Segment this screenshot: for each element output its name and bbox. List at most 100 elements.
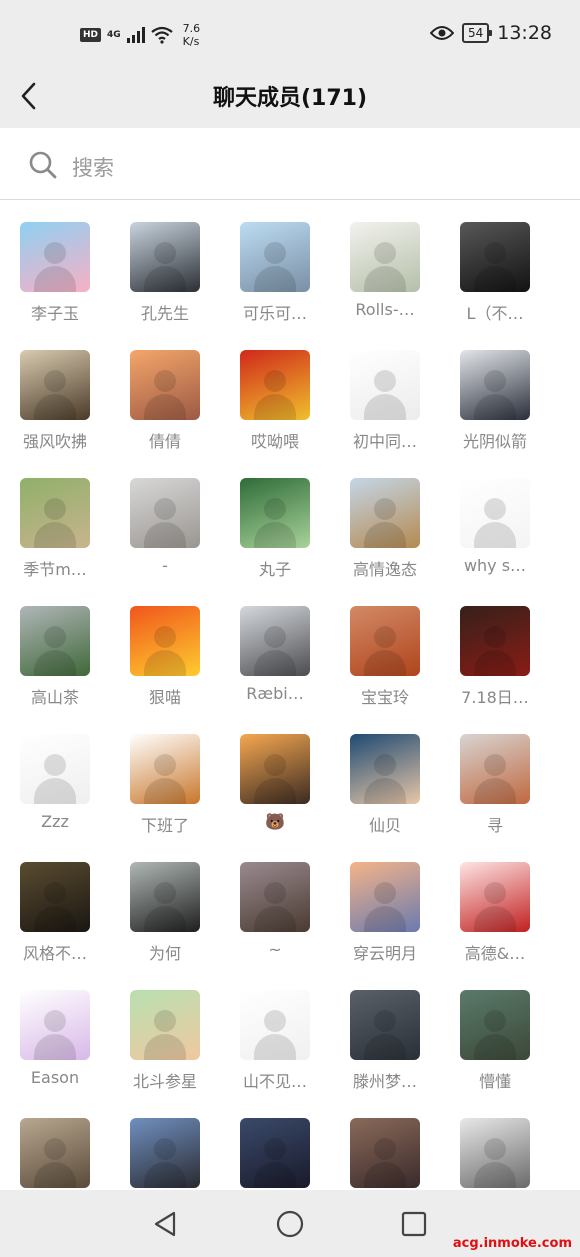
member-item[interactable]: 狠喵 [110,584,220,712]
member-name: - [162,556,168,575]
member-item[interactable] [330,1096,440,1190]
avatar [130,350,200,420]
avatar [460,606,530,676]
avatar [240,478,310,548]
member-item[interactable]: 7.18日… [440,584,550,712]
watermark: acg.inmoke.com [452,1236,572,1251]
avatar [240,222,310,292]
circle-home-icon[interactable] [274,1208,306,1240]
member-item[interactable]: 穿云明月 [330,840,440,968]
member-name: 初中同… [352,432,417,451]
member-item[interactable]: 懵懂 [440,968,550,1096]
member-item[interactable]: 孔先生 [110,200,220,328]
avatar [240,1118,310,1188]
member-item[interactable]: Rolls-… [330,200,440,328]
member-name: 季节m… [23,560,87,579]
member-name: Rolls-… [355,300,415,319]
member-item[interactable]: 下班了 [110,712,220,840]
member-name: 哎呦喂 [250,432,299,451]
member-name: 丸子 [258,560,291,579]
member-name: 高山茶 [30,688,79,707]
member-item[interactable] [220,1096,330,1190]
member-item[interactable]: 哎呦喂 [220,328,330,456]
avatar [350,1118,420,1188]
member-name: L（不… [466,304,524,323]
member-name: 可乐可… [242,304,307,323]
avatar [350,478,420,548]
avatar [460,1118,530,1188]
member-item[interactable]: - [110,456,220,584]
member-item[interactable]: 仙贝 [330,712,440,840]
member-item[interactable]: 李子玉 [0,200,110,328]
member-item[interactable] [110,1096,220,1190]
member-item[interactable]: Zzz [0,712,110,840]
member-name: 7.18日… [461,688,529,707]
member-item[interactable]: 山不见… [220,968,330,1096]
nav-header: 聊天成员(171) [0,72,580,128]
member-item[interactable]: 光阴似箭 [440,328,550,456]
search-placeholder: 搜索 [72,156,114,180]
avatar [460,350,530,420]
avatar [130,734,200,804]
avatar [350,990,420,1060]
member-item[interactable]: ~ [220,840,330,968]
member-item[interactable]: 可乐可… [220,200,330,328]
avatar [130,478,200,548]
search-icon [29,151,57,179]
member-item[interactable]: 北斗参星 [110,968,220,1096]
member-item[interactable]: 高山茶 [0,584,110,712]
member-item[interactable]: 高德&… [440,840,550,968]
triangle-back-icon[interactable] [150,1208,182,1240]
search-bar[interactable]: 搜索 [0,128,580,200]
member-name: 为何 [148,944,181,963]
member-name: why s… [463,556,527,575]
avatar [460,478,530,548]
member-name: 懵懂 [478,1072,511,1091]
member-name: 宝宝玲 [360,688,409,707]
member-name: 高情逸态 [352,560,417,579]
member-item[interactable] [0,1096,110,1190]
avatar [240,862,310,932]
member-name: 高德&… [464,944,526,963]
member-item[interactable] [440,1096,550,1190]
member-item[interactable]: 强风吹拂 [0,328,110,456]
avatar [130,606,200,676]
status-left: HD 4G 7.6 K/s [80,22,200,48]
member-item[interactable]: 高情逸态 [330,456,440,584]
member-item[interactable]: 滕州梦… [330,968,440,1096]
member-name: 滕州梦… [352,1072,417,1091]
square-recents-icon[interactable] [398,1208,430,1240]
member-item[interactable]: why s… [440,456,550,584]
member-item[interactable]: 寻 [440,712,550,840]
member-item[interactable]: 宝宝玲 [330,584,440,712]
member-item[interactable]: 季节m… [0,456,110,584]
system-nav-bar: acg.inmoke.com [0,1190,580,1257]
member-name: 仙贝 [368,816,401,835]
member-item[interactable]: L（不… [440,200,550,328]
avatar [130,862,200,932]
member-item[interactable]: Ræbi… [220,584,330,712]
member-name: 穿云明月 [352,944,417,963]
avatar [240,734,310,804]
member-item[interactable]: 丸子 [220,456,330,584]
status-bar: HD 4G 7.6 K/s 54 13:28 [0,0,580,72]
wifi-icon [150,26,173,44]
avatar [350,350,420,420]
member-name: 寻 [486,816,503,835]
avatar [240,350,310,420]
avatar [20,478,90,548]
member-name: ~ [268,940,282,959]
avatar [20,990,90,1060]
avatar [240,606,310,676]
member-item[interactable]: 🐻 [220,712,330,840]
avatar [130,1118,200,1188]
member-item[interactable]: 为何 [110,840,220,968]
net-speed-value: 7.6 [182,22,201,35]
member-item[interactable]: 倩倩 [110,328,220,456]
member-item[interactable]: Eason [0,968,110,1096]
avatar [350,606,420,676]
avatar [460,990,530,1060]
member-item[interactable]: 风格不… [0,840,110,968]
member-item[interactable]: 初中同… [330,328,440,456]
member-name: 李子玉 [30,304,79,323]
